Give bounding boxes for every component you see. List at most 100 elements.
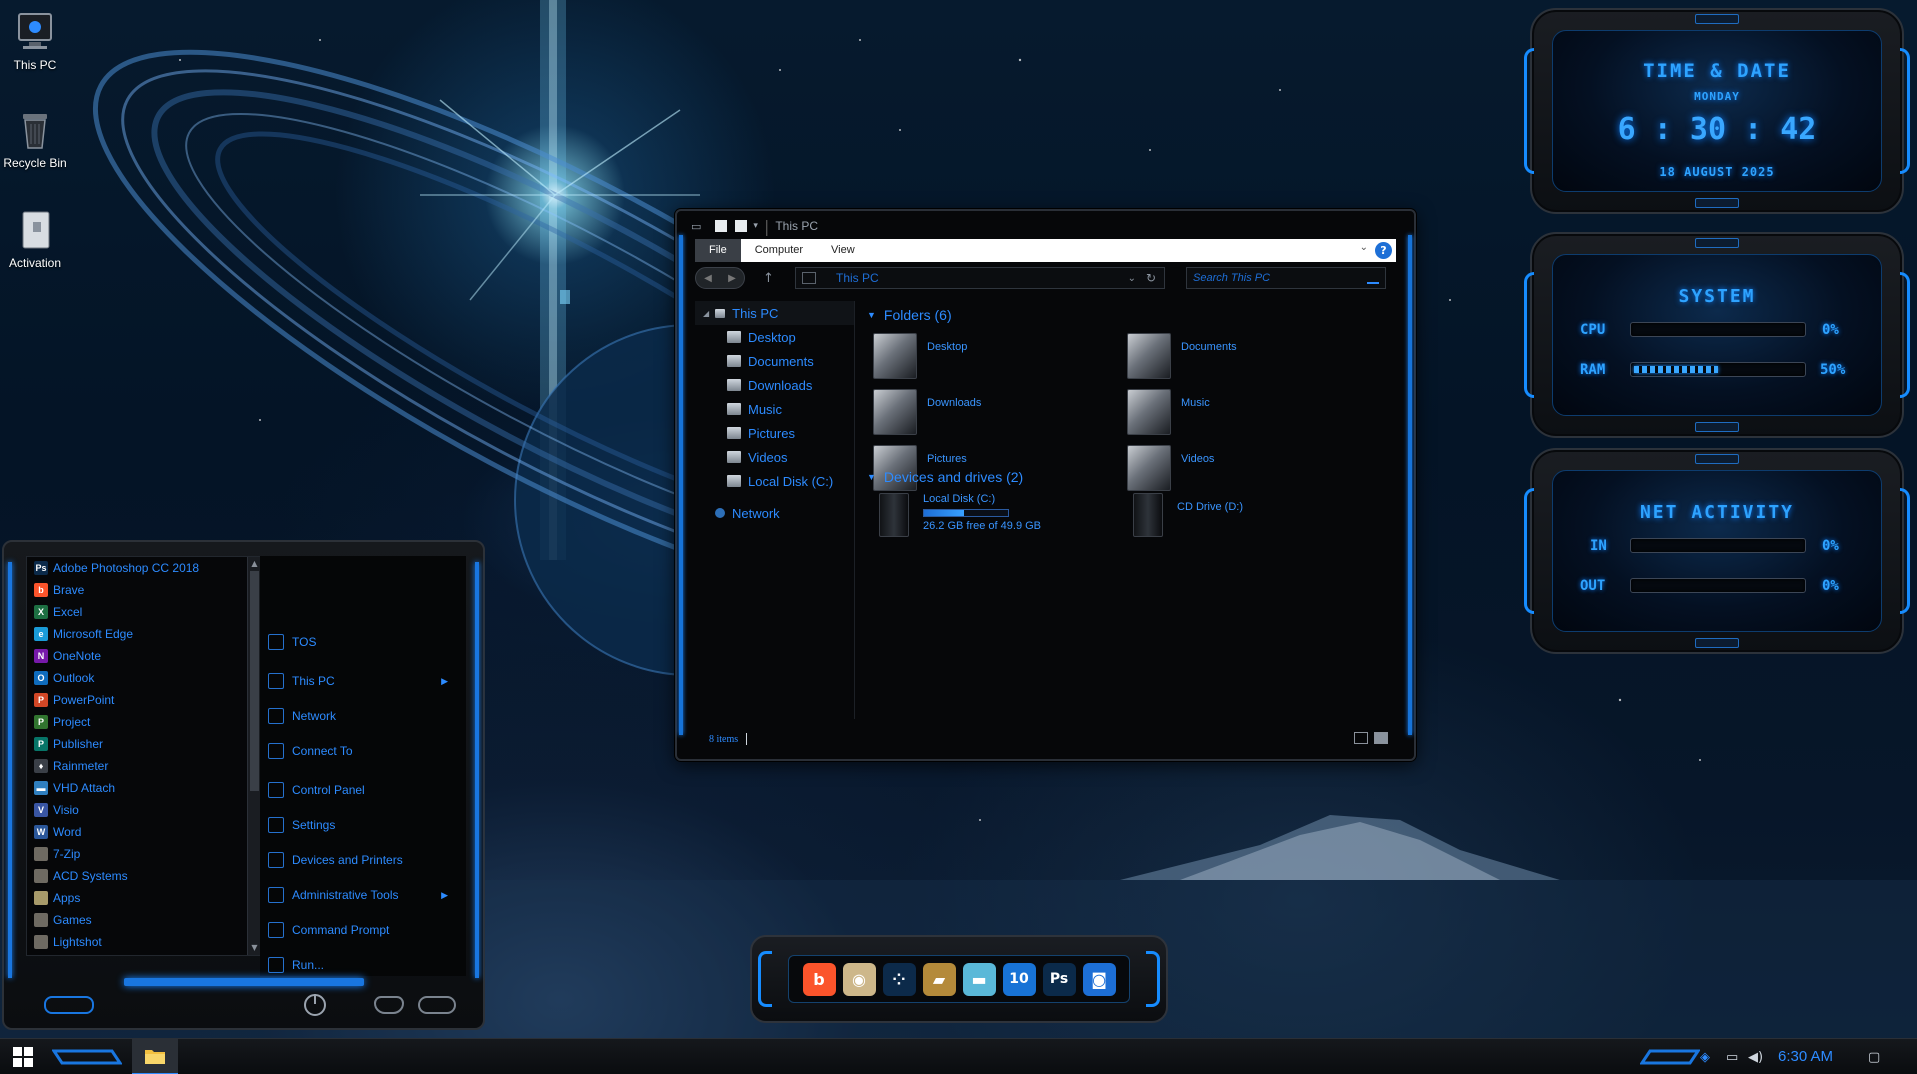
back-forward-buttons[interactable]: ◀ ▶ (695, 267, 745, 289)
customize-toolbar-icon[interactable]: ▾ (753, 221, 758, 231)
start-app-item[interactable]: P PowerPoint (27, 689, 247, 711)
nav-item-this-pc[interactable]: ◢ This PC (695, 301, 854, 325)
start-link-item[interactable]: Devices and Printers (268, 848, 458, 872)
camera-icon[interactable]: ◙ (1082, 962, 1116, 996)
folder-item[interactable]: Downloads (873, 389, 1113, 441)
nav-item[interactable]: Music (695, 397, 854, 421)
start-link-item[interactable]: Control Panel (268, 778, 458, 802)
network-tray-icon[interactable]: ▭ (1726, 1050, 1738, 1065)
desktop-icon-activation[interactable]: Activation (0, 208, 70, 270)
desktop-icon-this-pc[interactable]: This PC (0, 10, 70, 72)
start-link-item[interactable]: Network (268, 704, 458, 728)
folder-item[interactable]: Documents (1127, 333, 1367, 385)
start-app-item[interactable]: Lightshot (27, 931, 247, 953)
start-link-item[interactable]: Run... (268, 953, 458, 977)
collapse-arrow-icon[interactable]: ▼ (867, 310, 876, 320)
search-icon[interactable] (1367, 282, 1379, 284)
nav-item[interactable]: Downloads (695, 373, 854, 397)
folder-icon (727, 451, 741, 463)
window-titlebar[interactable]: ▭ ▾ | This PC (691, 213, 1400, 239)
back-arrow-icon[interactable]: ◀ (704, 273, 712, 284)
start-app-item[interactable]: P Project (27, 711, 247, 733)
search-input[interactable] (1193, 272, 1363, 284)
tools-icon[interactable]: ▰ (922, 962, 956, 996)
folders-group-header[interactable]: ▼ Folders (6) (867, 307, 952, 323)
start-link-item[interactable]: Connect To (268, 739, 458, 763)
scrollbar-thumb[interactable] (250, 571, 259, 791)
taskbar-clock[interactable]: 6:30 AM (1778, 1048, 1833, 1065)
tab-file[interactable]: File (695, 239, 741, 262)
up-arrow-icon[interactable]: ↑ (763, 271, 774, 286)
rainmeter-dock-icon[interactable]: ⁘ (882, 962, 916, 996)
folder-item[interactable]: Desktop (873, 333, 1113, 385)
refresh-icon[interactable]: ↻ (1146, 271, 1156, 285)
properties-icon[interactable] (715, 220, 728, 232)
nav-item[interactable]: Pictures (695, 421, 854, 445)
search-box[interactable] (1186, 267, 1386, 289)
start-app-item[interactable]: W Word (27, 821, 247, 843)
start-link-item[interactable]: Settings (268, 813, 458, 837)
drive-icon[interactable]: ▬ (962, 962, 996, 996)
rog-logo-icon[interactable] (374, 996, 404, 1014)
edge-icon: e (34, 627, 48, 641)
power-button[interactable] (304, 994, 326, 1016)
start-link-item[interactable]: Command Prompt (268, 918, 458, 942)
address-bar[interactable]: This PC ⌄ ↻ (795, 267, 1165, 289)
forward-arrow-icon[interactable]: ▶ (728, 273, 736, 284)
tab-computer[interactable]: Computer (741, 239, 817, 262)
notification-icon[interactable]: ▢ (1868, 1050, 1880, 1065)
start-app-item[interactable]: P Publisher (27, 733, 247, 755)
folder-item[interactable]: Music (1127, 389, 1367, 441)
large-icons-view-icon[interactable] (1374, 732, 1388, 744)
rog-eye-icon[interactable] (418, 996, 456, 1014)
tab-view[interactable]: View (817, 239, 869, 262)
brave-icon[interactable]: b (802, 962, 836, 996)
start-app-item[interactable]: ♦ Rainmeter (27, 755, 247, 777)
desktop-icon-recycle-bin[interactable]: Recycle Bin (0, 108, 70, 170)
help-icon[interactable]: ? (1375, 242, 1392, 259)
start-link-item[interactable]: TOS (268, 630, 458, 654)
expand-ribbon-icon[interactable]: ⌄ (1360, 242, 1368, 253)
apps-scrollbar[interactable]: ▲ ▼ (247, 557, 261, 955)
drive-item[interactable]: Local Disk (C:) 26.2 GB free of 49.9 GB (873, 493, 1113, 547)
photoshop-icon[interactable]: Ps (1042, 962, 1076, 996)
start-link-item[interactable]: Administrative Tools ▶ (268, 883, 458, 907)
start-app-item[interactable]: ▬ VHD Attach (27, 777, 247, 799)
start-app-item[interactable]: Apps (27, 887, 247, 909)
quick-access-icon[interactable]: ▭ (691, 220, 701, 233)
start-button[interactable] (0, 1039, 46, 1074)
nav-item[interactable]: Documents (695, 349, 854, 373)
user-badge-icon[interactable] (44, 996, 94, 1014)
start-link-item[interactable]: This PC ▶ (268, 669, 458, 693)
start-app-item[interactable]: Ps Adobe Photoshop CC 2018 (27, 557, 247, 579)
start-app-item[interactable]: N OneNote (27, 645, 247, 667)
new-folder-icon[interactable] (735, 220, 748, 232)
volume-icon[interactable]: ◀) (1748, 1050, 1763, 1065)
shield-icon[interactable]: ◈ (1700, 1050, 1710, 1065)
nav-item[interactable]: Local Disk (C:) (695, 469, 854, 493)
win10-icon[interactable]: 10 (1002, 962, 1036, 996)
submenu-arrow-icon[interactable]: ▶ (441, 676, 448, 687)
collapse-arrow-icon[interactable]: ▼ (867, 472, 876, 482)
disc-icon[interactable]: ◉ (842, 962, 876, 996)
address-dropdown-icon[interactable]: ⌄ (1128, 273, 1136, 284)
nav-item-network[interactable]: Network (695, 501, 854, 525)
start-app-item[interactable]: b Brave (27, 579, 247, 601)
start-app-item[interactable]: 7-Zip (27, 843, 247, 865)
collapse-arrow-icon[interactable]: ◢ (703, 309, 709, 318)
folder-item[interactable]: Videos (1127, 445, 1367, 497)
drive-item[interactable]: CD Drive (D:) (1127, 493, 1367, 547)
submenu-arrow-icon[interactable]: ▶ (441, 890, 448, 901)
start-app-item[interactable]: ACD Systems (27, 865, 247, 887)
details-view-icon[interactable] (1354, 732, 1368, 744)
nav-item[interactable]: Videos (695, 445, 854, 469)
nav-item[interactable]: Desktop (695, 325, 854, 349)
start-app-item[interactable]: V Visio (27, 799, 247, 821)
folder-icon (1127, 333, 1171, 379)
start-app-item[interactable]: O Outlook (27, 667, 247, 689)
start-app-item[interactable]: X Excel (27, 601, 247, 623)
start-app-item[interactable]: Games (27, 909, 247, 931)
taskbar-file-explorer[interactable] (132, 1039, 178, 1074)
start-app-item[interactable]: e Microsoft Edge (27, 623, 247, 645)
devices-group-header[interactable]: ▼ Devices and drives (2) (867, 469, 1023, 485)
